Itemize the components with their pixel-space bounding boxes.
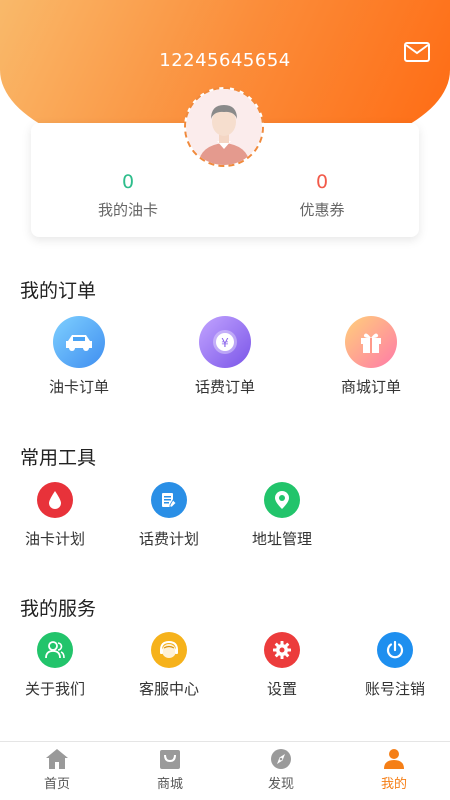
svg-text:¥: ¥ (221, 336, 229, 350)
oilcard-orders-label: 油卡订单 (48, 378, 109, 396)
address-management-button[interactable]: 地址管理 (242, 482, 322, 549)
tab-home-label: 首页 (43, 777, 70, 792)
oilcard-plan-button[interactable]: 油卡计划 (15, 482, 95, 549)
phonebill-orders-label: 话费订单 (194, 378, 255, 396)
bottom-tab-bar: 首页 商城 发现 我的 (0, 741, 450, 800)
users-icon (37, 632, 73, 668)
settings-button[interactable]: 设置 (242, 632, 322, 699)
location-pin-icon (264, 482, 300, 518)
gear-icon (264, 632, 300, 668)
about-us-label: 关于我们 (24, 680, 85, 698)
tab-home[interactable]: 首页 (17, 748, 97, 792)
coupon-stat[interactable]: 0 优惠券 (242, 171, 402, 220)
tab-mall-label: 商城 (156, 777, 183, 792)
compass-icon (271, 749, 291, 769)
services-section-title: 我的服务 (20, 598, 97, 620)
avatar[interactable] (184, 87, 264, 167)
orders-section-title: 我的订单 (20, 280, 97, 302)
note-edit-icon (151, 482, 187, 518)
customer-service-icon (151, 632, 187, 668)
tab-mall[interactable]: 商城 (130, 748, 210, 792)
oilcard-plan-label: 油卡计划 (24, 530, 85, 548)
about-us-button[interactable]: 关于我们 (15, 632, 95, 699)
person-avatar-icon (186, 89, 262, 165)
car-icon (53, 316, 105, 368)
oilcard-orders-button[interactable]: 油卡订单 (39, 316, 119, 397)
oil-drop-icon (37, 482, 73, 518)
tools-section-title: 常用工具 (20, 447, 97, 469)
user-phone: 12245645654 (159, 50, 291, 71)
tab-discover[interactable]: 发现 (241, 748, 321, 792)
oilcard-count: 0 (121, 171, 135, 193)
mall-orders-label: 商城订单 (340, 378, 401, 396)
phonebill-plan-label: 话费计划 (138, 530, 199, 548)
tab-discover-label: 发现 (267, 777, 294, 792)
phonebill-plan-button[interactable]: 话费计划 (129, 482, 209, 549)
settings-label: 设置 (266, 680, 297, 698)
coupon-count: 0 (315, 171, 329, 193)
my-oilcard-stat[interactable]: 0 我的油卡 (48, 171, 208, 220)
power-icon (377, 632, 413, 668)
phonebill-orders-button[interactable]: ¥ 话费订单 (185, 316, 265, 397)
mall-orders-button[interactable]: 商城订单 (331, 316, 411, 397)
shopping-bag-icon (160, 750, 180, 769)
account-cancel-label: 账号注销 (364, 680, 425, 698)
customer-service-label: 客服中心 (138, 680, 199, 698)
oilcard-label: 我的油卡 (97, 201, 158, 219)
customer-service-button[interactable]: 客服中心 (129, 632, 209, 699)
mail-icon[interactable] (404, 42, 430, 62)
address-management-label: 地址管理 (251, 530, 312, 548)
account-cancel-button[interactable]: 账号注销 (355, 632, 435, 699)
gift-icon (345, 316, 397, 368)
yuan-coin-icon: ¥ (199, 316, 251, 368)
person-icon (384, 749, 404, 769)
tab-mine[interactable]: 我的 (354, 748, 434, 792)
coupon-label: 优惠券 (299, 201, 345, 219)
home-icon (46, 749, 68, 769)
tab-mine-label: 我的 (380, 777, 407, 792)
